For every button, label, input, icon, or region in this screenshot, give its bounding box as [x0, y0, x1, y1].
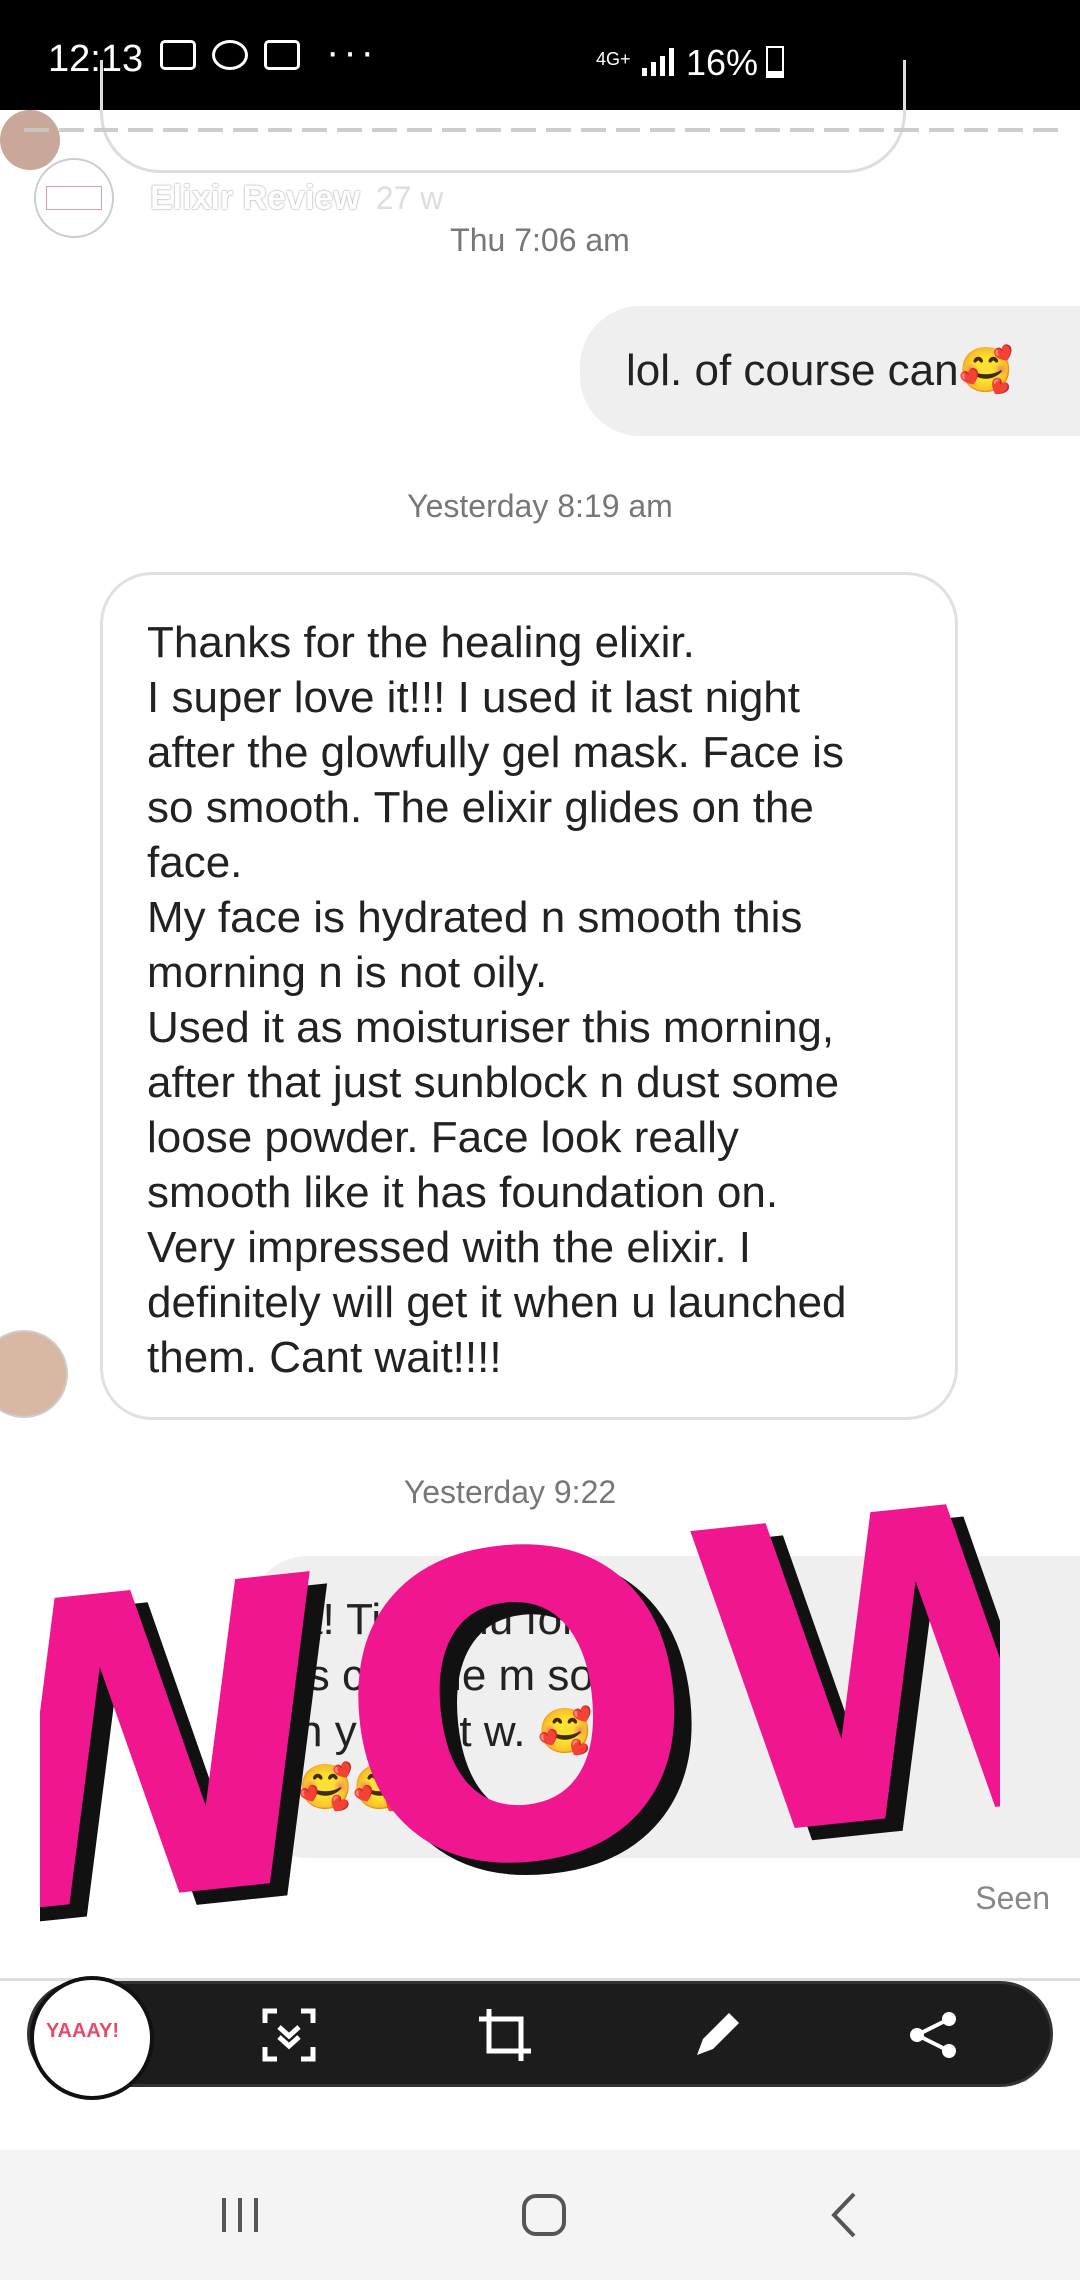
story-account-name[interactable]: Elixir Review	[150, 179, 360, 218]
message-line: morning n is not oily.	[147, 948, 548, 997]
message-line: after the glowfully gel mask. Face is	[147, 728, 844, 777]
timestamp: Yesterday 8:19 am	[407, 488, 673, 524]
home-button[interactable]	[514, 2190, 574, 2240]
message-line: loose powder. Face look really	[147, 1113, 739, 1162]
screenshot-thumbnail[interactable]: YAAAY!	[30, 1976, 154, 2100]
recent-apps-button[interactable]	[212, 2190, 272, 2240]
message-line: so smooth. The elixir glides on the	[147, 783, 814, 832]
timestamp: Thu 7:06 am	[450, 222, 630, 258]
share-button[interactable]	[902, 2004, 964, 2066]
sent-message-bubble: lol. of course can🥰	[580, 306, 1080, 436]
previous-message-bubble	[100, 60, 906, 173]
thumbnail-text: YAAAY!	[46, 2020, 119, 2042]
message-line: Used it as moisturiser this morning,	[147, 1003, 835, 1052]
story-progress-bar	[24, 128, 1058, 134]
message-line: face.	[147, 838, 243, 887]
message-line: definitely will get it when u launched	[147, 1278, 847, 1327]
story-age: 27 w	[375, 179, 444, 216]
sent-message-text: lol. of course can🥰	[626, 346, 1014, 395]
draw-button[interactable]	[686, 2004, 748, 2066]
message-line: I super love it!!! I used it last night	[147, 673, 800, 722]
scroll-capture-icon	[262, 2008, 316, 2062]
received-message-text: Thanks for the healing elixir. I super lo…	[147, 615, 911, 1385]
wow-sticker-text: WOW	[40, 1440, 1000, 1960]
pencil-icon	[697, 2013, 739, 2055]
wow-sticker[interactable]: WOW WOW	[40, 1440, 1000, 1960]
message-line: My face is hydrated n smooth this	[147, 893, 803, 942]
crop-button[interactable]	[474, 2004, 536, 2066]
share-icon	[910, 2012, 956, 2058]
screenshot-toolbar: YAAAY!	[30, 1976, 1050, 2100]
received-message-bubble: Thanks for the healing elixir. I super lo…	[100, 572, 958, 1420]
crop-icon	[479, 2009, 531, 2061]
message-line: them. Cant wait!!!!	[147, 1333, 502, 1382]
message-line: after that just sunblock n dust some	[147, 1058, 840, 1107]
back-button[interactable]	[816, 2190, 876, 2240]
message-line: smooth like it has foundation on.	[147, 1168, 779, 1217]
scroll-capture-button[interactable]	[258, 2004, 320, 2066]
navigation-bar	[0, 2150, 1080, 2280]
message-line: Very impressed with the elixir. I	[147, 1223, 752, 1272]
message-line: Thanks for the healing elixir.	[147, 618, 695, 667]
